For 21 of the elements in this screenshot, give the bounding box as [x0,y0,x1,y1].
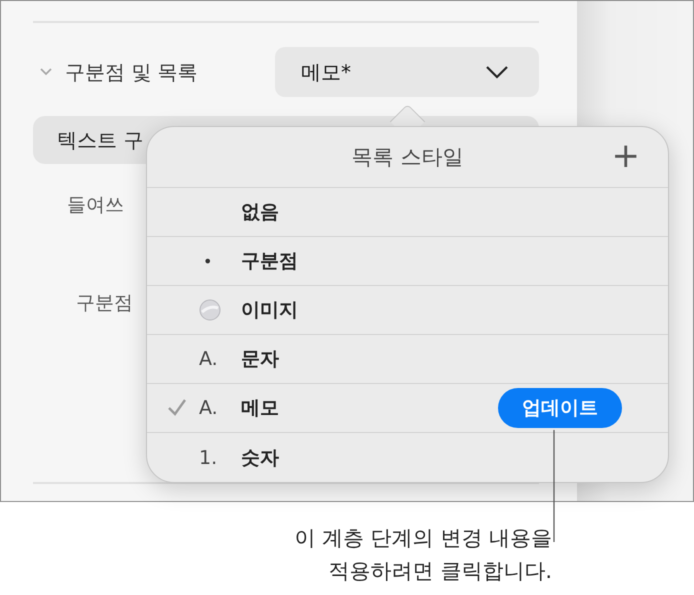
list-style-item[interactable]: 없음 [147,188,668,237]
list-style-item[interactable]: A. 메모 업데이트 [147,384,668,433]
list-marker: A. [199,397,218,419]
checkmark-icon [167,398,187,416]
list-style-item[interactable]: A. 문자 [147,335,668,384]
list-marker: A. [199,348,218,370]
list-style-item[interactable]: • 구분점 [147,237,668,286]
field-label: 들여쓰 [66,193,124,218]
callout-text: 이 계층 단계의 변경 내용을 적용하려면 클릭합니다. [293,525,552,585]
update-button[interactable]: 업데이트 [498,388,622,428]
list-style-item[interactable]: 이미지 [147,286,668,335]
chevron-down-icon [485,65,509,79]
popover-title: 목록 스타일 [352,144,464,171]
field-label: 구분점 [75,291,133,316]
section-title: 구분점 및 목록 [65,58,198,86]
add-button[interactable]: + [612,139,640,173]
list-marker: 1. [199,446,218,468]
style-dropdown[interactable]: 메모* [275,47,539,97]
bullet-marker: • [203,252,212,270]
list-style-item[interactable]: 1. 숫자 [147,433,668,482]
image-bullet-icon [199,299,221,321]
